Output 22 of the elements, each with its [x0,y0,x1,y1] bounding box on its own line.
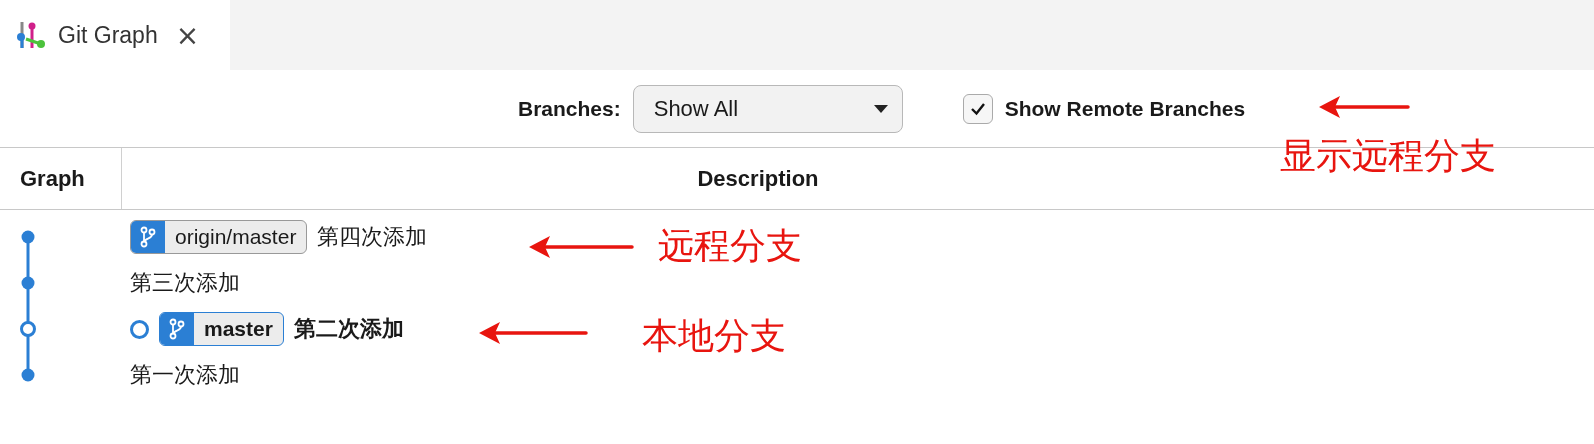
commit-message: 第一次添加 [130,361,240,389]
git-graph-icon [16,20,46,50]
commit-message: 第二次添加 [293,315,404,343]
tab-title: Git Graph [58,21,158,49]
column-header: Graph [20,165,85,192]
annotation-text: 远程分支 [658,224,802,268]
caret-icon [873,104,888,113]
editor-tab[interactable]: Git Graph × [0,0,230,70]
branches-dropdown[interactable]: Show All [632,84,903,133]
annotation-text: 显示远程分支 [1280,134,1496,178]
branch-icon [169,318,185,340]
checkbox[interactable] [962,93,993,124]
branch-label[interactable]: master [159,312,284,346]
branches-label: Branches: [518,96,621,121]
column-header: Description [697,165,819,192]
commit-message: 第四次添加 [317,223,428,251]
branch-icon [140,226,156,248]
checkbox-label: Show Remote Branches [1004,96,1246,121]
annotation-text: 本地分支 [642,314,786,358]
branch-label[interactable]: origin/master [130,220,308,254]
close-icon[interactable]: × [175,18,200,52]
commit-message: 第三次添加 [130,269,240,297]
